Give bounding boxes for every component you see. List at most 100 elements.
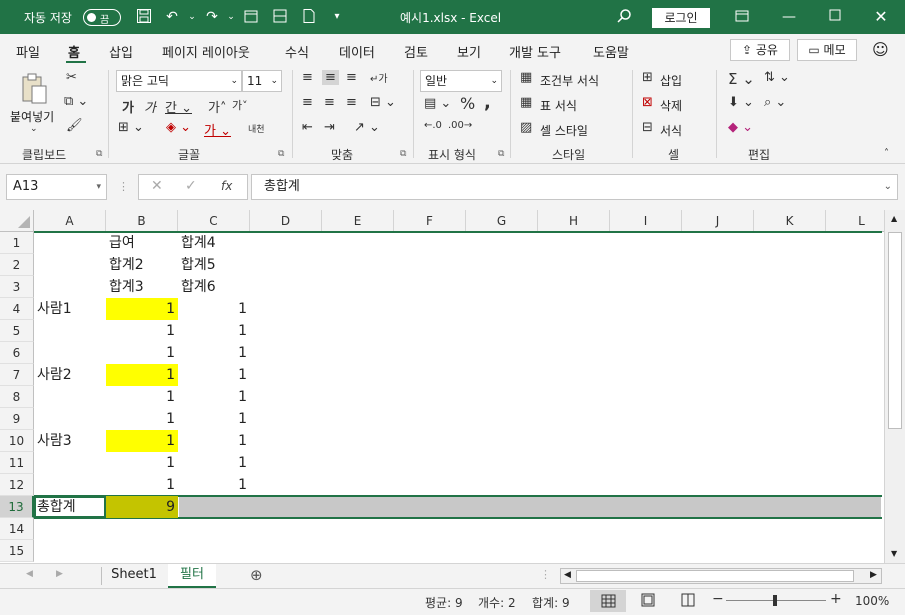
customize-qat-icon[interactable]: ▾ [328,8,346,26]
sheet-tab-filter[interactable]: 필터 [168,564,216,588]
feedback-smiley-icon[interactable]: ☺ [872,40,889,59]
new-sheet-icon[interactable] [242,8,260,26]
cell-b11[interactable]: 1 [106,452,178,474]
column-header-j[interactable]: J [682,210,754,232]
zoom-out-icon[interactable]: − [712,591,724,607]
font-color-icon[interactable]: 가 ⌄ [204,120,231,139]
comments-button[interactable]: ▭ 메모 [797,39,857,61]
percent-icon[interactable]: % [460,94,475,113]
row-header-4[interactable]: 4 [0,298,34,320]
cell-b4[interactable]: 1 [106,298,178,320]
cell-c5[interactable]: 1 [178,320,250,342]
tab-home[interactable]: 홈 [68,42,80,61]
row-header-15[interactable]: 15 [0,540,34,562]
fill-color-icon[interactable]: ◈ ⌄ [166,120,191,135]
splitter-icon[interactable]: ⋮ [540,568,551,581]
cell-a10[interactable]: 사람3 [34,430,106,452]
column-header-k[interactable]: K [754,210,826,232]
cell-b2[interactable]: 합계2 [106,254,178,276]
row-header-7[interactable]: 7 [0,364,34,386]
cell-b3[interactable]: 합계3 [106,276,178,298]
cell-c11[interactable]: 1 [178,452,250,474]
tab-scroll-left-icon[interactable]: ◀ [26,569,33,579]
column-header-e[interactable]: E [322,210,394,232]
sheet-tab-sheet1[interactable]: Sheet1 [103,564,165,588]
format-as-table-button[interactable]: 표 서식 [540,97,577,114]
insert-cells-icon[interactable]: ⊞ [642,70,653,85]
cell-a13[interactable]: 총합계 [34,496,106,518]
undo-dropdown-icon[interactable]: ⌄ [183,8,201,26]
row-header-3[interactable]: 3 [0,276,34,298]
cell-c9[interactable]: 1 [178,408,250,430]
align-left-icon[interactable]: ≡ [302,95,313,110]
row-header-5[interactable]: 5 [0,320,34,342]
column-header-c[interactable]: C [178,210,250,232]
cell-b13[interactable]: 9 [106,496,178,518]
minimize-icon[interactable]: — [780,8,798,26]
tab-page-layout[interactable]: 페이지 레이아웃 [162,42,250,61]
number-launcher-icon[interactable]: ⧉ [498,149,504,159]
cell-a7[interactable]: 사람2 [34,364,106,386]
page-break-view-icon[interactable] [680,592,696,611]
tab-developer[interactable]: 개발 도구 [509,42,561,61]
page-layout-view-icon[interactable] [640,592,656,611]
row-header-13[interactable]: 13 [0,496,34,518]
scroll-right-icon[interactable]: ▶ [870,570,877,580]
insert-function-icon[interactable]: fx [221,179,232,193]
cell-b5[interactable]: 1 [106,320,178,342]
cell-c2[interactable]: 합계5 [178,254,250,276]
format-as-table-icon[interactable]: ▦ [520,95,532,110]
tab-formulas[interactable]: 수식 [285,42,309,61]
clear-icon[interactable]: ◆ ⌄ [728,120,753,135]
select-all-corner[interactable] [0,210,34,232]
normal-view-button[interactable] [590,590,626,612]
zoom-level[interactable]: 100% [855,594,889,608]
row-header-1[interactable]: 1 [0,232,34,254]
tab-data[interactable]: 데이터 [339,42,375,61]
font-size-select[interactable]: 11 ⌄ [242,70,282,92]
vertical-scroll-thumb[interactable] [888,232,902,429]
cell-b1[interactable]: 급여 [106,232,178,254]
cell-c1[interactable]: 합계4 [178,232,250,254]
border-icon[interactable]: ⊞ ⌄ [118,120,144,135]
share-button[interactable]: ⇪ 공유 [730,39,790,61]
close-icon[interactable]: ✕ [872,8,890,26]
comma-icon[interactable]: , [484,92,491,113]
decrease-font-icon[interactable]: 가˅ [232,97,248,113]
autosave-toggle[interactable]: 끔 [83,9,121,26]
cell-c7[interactable]: 1 [178,364,250,386]
scroll-up-icon[interactable]: ▲ [891,214,897,223]
row-header-2[interactable]: 2 [0,254,34,276]
collapse-ribbon-icon[interactable]: ˄ [884,148,889,159]
search-icon[interactable] [615,8,633,26]
name-box[interactable]: A13 ▾ [6,174,107,200]
cell-styles-button[interactable]: 셀 스타일 [540,122,588,139]
column-header-f[interactable]: F [394,210,466,232]
increase-decimal-icon[interactable]: ←.0 [424,120,442,131]
increase-indent-icon[interactable]: ⇥ [324,120,335,135]
font-launcher-icon[interactable]: ⧉ [278,149,284,159]
column-header-b[interactable]: B [106,210,178,232]
cell-styles-icon[interactable]: ▨ [520,120,532,135]
tab-insert[interactable]: 삽입 [109,42,133,61]
underline-icon[interactable]: 간 ⌄ [165,97,192,116]
horizontal-scroll-thumb[interactable] [576,570,854,582]
phonetic-icon[interactable]: 내천 [248,122,265,135]
cell-c10[interactable]: 1 [178,430,250,452]
paste-button[interactable]: 붙여넣기 [10,108,54,125]
conditional-format-button[interactable]: 조건부 서식 [540,72,599,89]
horizontal-scrollbar[interactable]: ◀ ▶ [560,568,882,584]
row-header-8[interactable]: 8 [0,386,34,408]
row-header-14[interactable]: 14 [0,518,34,540]
decrease-indent-icon[interactable]: ⇤ [302,120,313,135]
cell-c8[interactable]: 1 [178,386,250,408]
tab-file[interactable]: 파일 [16,42,40,61]
align-right-icon[interactable]: ≡ [346,95,357,110]
font-name-select[interactable]: 맑은 고딕 ⌄ [116,70,242,92]
drag-handle-icon[interactable]: ⋮ [118,180,129,193]
paste-dropdown-icon[interactable]: ⌄ [30,124,38,134]
align-top-icon[interactable]: ≡ [302,70,313,85]
row-header-10[interactable]: 10 [0,430,34,452]
cell-c12[interactable]: 1 [178,474,250,496]
italic-icon[interactable]: 가 [144,97,156,116]
